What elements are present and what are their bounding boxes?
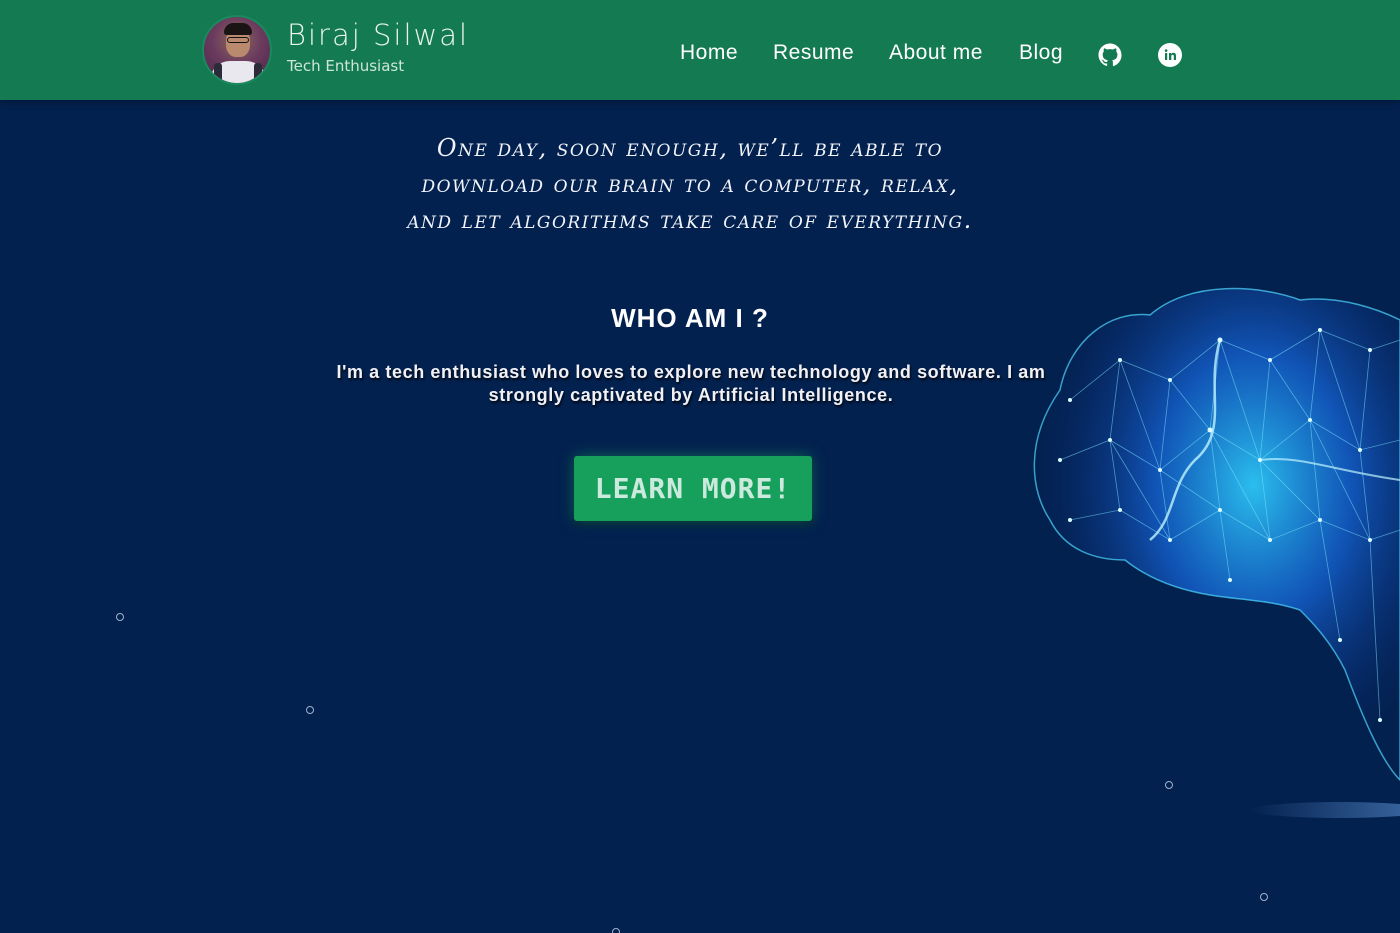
avatar[interactable] xyxy=(202,15,272,85)
particle-dot xyxy=(1165,781,1173,789)
nav-home-link[interactable]: Home xyxy=(680,41,738,65)
hero-quote: One day, soon enough, we’ll be able to d… xyxy=(340,130,1040,238)
quote-line: download our brain to a computer, relax, xyxy=(421,170,959,198)
nav-resume-link[interactable]: Resume xyxy=(773,41,854,65)
nav-about-link[interactable]: About me xyxy=(889,41,983,65)
github-icon[interactable] xyxy=(1098,43,1122,67)
quote-line: and let algorithms take care of everythi… xyxy=(407,206,973,234)
avatar-hair xyxy=(224,23,252,35)
site-name[interactable]: Biraj Silwal xyxy=(287,18,469,52)
section-heading: WHO AM I ? xyxy=(611,303,769,333)
particle-dot xyxy=(116,613,124,621)
quote-line: One day, soon enough, we’ll be able to xyxy=(436,134,944,162)
nav-blog-link[interactable]: Blog xyxy=(1019,41,1063,65)
avatar-glasses xyxy=(227,37,249,43)
avatar-strap xyxy=(254,63,262,83)
avatar-strap xyxy=(214,63,222,83)
site-tagline: Tech Enthusiast xyxy=(287,57,405,75)
bio-text: I'm a tech enthusiast who loves to explo… xyxy=(336,362,1046,405)
particle-dot xyxy=(1260,893,1268,901)
particle-dot xyxy=(306,706,314,714)
learn-more-button[interactable]: LEARN MORE! xyxy=(574,456,812,521)
particle-dot xyxy=(612,928,620,933)
brain-illustration xyxy=(1033,287,1400,818)
site-header: Biraj Silwal Tech Enthusiast Home Resume… xyxy=(0,0,1400,100)
linkedin-icon[interactable] xyxy=(1158,43,1182,67)
brain-shadow xyxy=(1250,802,1400,818)
